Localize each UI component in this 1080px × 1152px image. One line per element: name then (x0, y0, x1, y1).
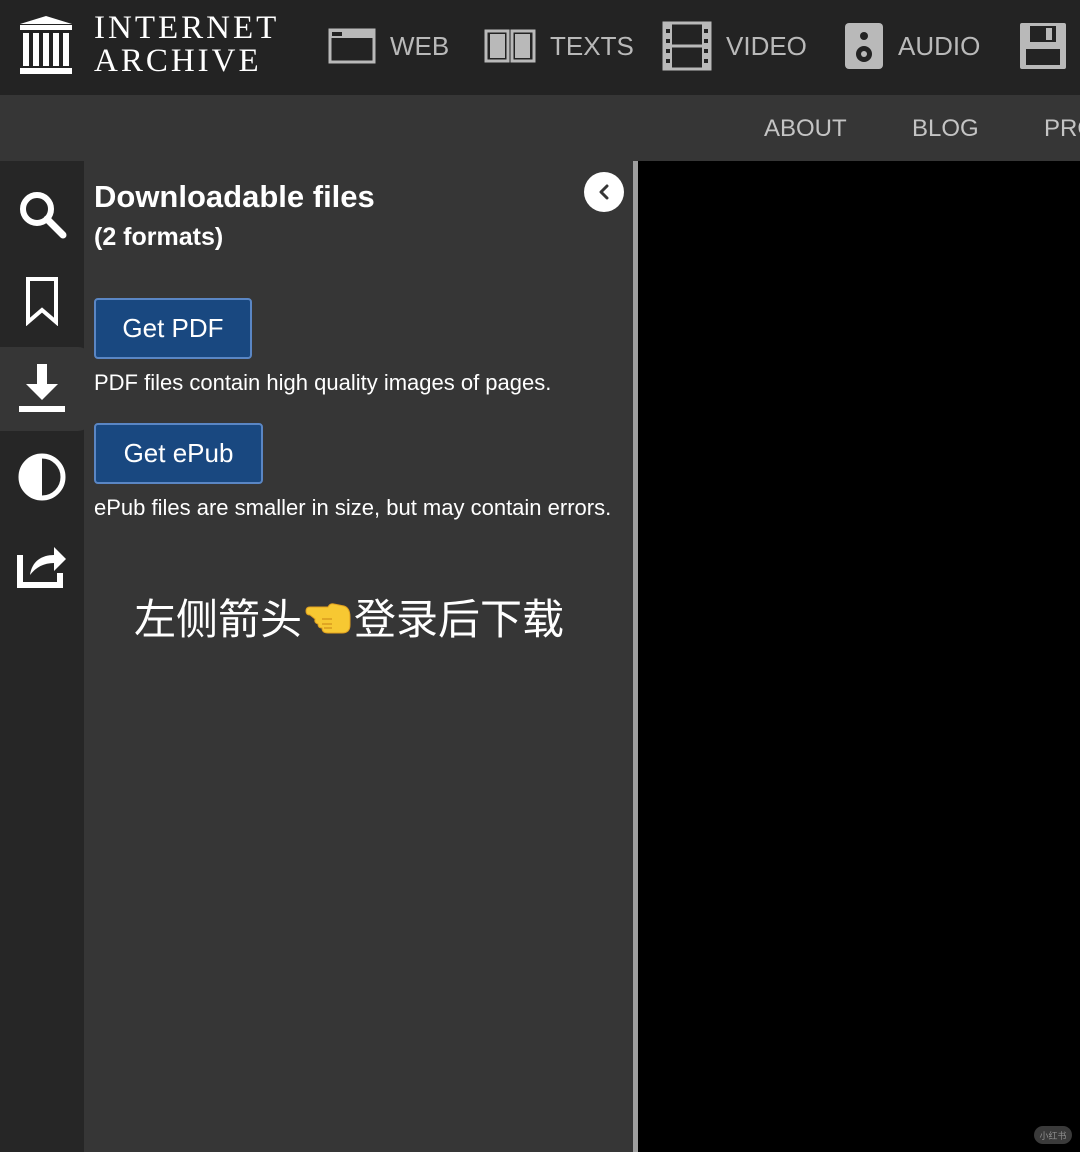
get-pdf-button[interactable]: Get PDF (94, 298, 252, 359)
rail-visual-adjustments-button[interactable] (14, 449, 70, 505)
search-icon (20, 192, 67, 239)
nav-link-blog[interactable]: BLOG (912, 115, 979, 143)
downloads-panel: Downloadable files (2 formats) Get PDF P… (84, 161, 634, 1152)
media-tab-label: AUDIO (898, 30, 981, 61)
media-tab-video[interactable]: VIDEO (662, 18, 807, 74)
caption-text-login-download: 登录后下载 (354, 595, 565, 644)
archive-building-icon (20, 16, 72, 74)
media-tab-label: WEB (390, 30, 450, 61)
media-tab-web[interactable]: WEB (328, 18, 449, 74)
rail-bookmarks-button[interactable] (14, 273, 70, 329)
rail-share-button[interactable] (14, 537, 70, 593)
rail-search-button[interactable] (14, 186, 70, 242)
media-tab-label: VIDEO (726, 30, 807, 61)
book-viewer-area[interactable] (638, 161, 1080, 1152)
collapse-panel-button[interactable] (584, 172, 624, 212)
panel-title: Downloadable files (94, 179, 375, 214)
web-window-icon (328, 28, 376, 64)
internet-archive-logo[interactable]: INTERNET ARCHIVE (18, 12, 279, 78)
rail-downloads-button[interactable] (14, 360, 70, 416)
download-icon (19, 364, 65, 412)
secondary-navigation: ABOUT BLOG PRO (0, 95, 1080, 161)
media-tab-software[interactable] (1018, 18, 1068, 74)
open-book-icon (484, 29, 536, 63)
nav-link-projects[interactable]: PRO (1044, 115, 1080, 143)
logo-line-2: ARCHIVE (94, 43, 262, 79)
nav-link-about[interactable]: ABOUT (764, 115, 847, 143)
media-tab-texts[interactable]: TEXTS (484, 18, 634, 74)
share-icon (17, 547, 66, 588)
caption-text-left-arrow: 左侧箭头 (134, 595, 303, 644)
watermark-badge: 小红书 (1034, 1126, 1072, 1144)
bookmark-icon (26, 277, 58, 326)
bookreader-side-rail (0, 161, 92, 1152)
annotation-caption: 左侧箭头 登录后下载 (134, 586, 564, 647)
logo-line-1: INTERNET (94, 10, 280, 46)
pdf-description: PDF files contain high quality images of… (94, 370, 552, 395)
media-tab-audio[interactable]: AUDIO (844, 18, 980, 74)
epub-description: ePub files are smaller in size, but may … (94, 495, 612, 520)
hand-pointing-left-icon (305, 602, 351, 633)
logo-wordmark: INTERNET ARCHIVE (94, 12, 279, 78)
get-epub-button[interactable]: Get ePub (94, 423, 263, 484)
contrast-icon (18, 453, 66, 501)
speaker-icon (845, 23, 883, 69)
film-strip-icon (662, 21, 712, 71)
floppy-disk-icon (1020, 23, 1066, 69)
media-tab-label: TEXTS (550, 30, 634, 61)
formats-count: (2 formats) (94, 223, 224, 251)
top-navigation-bar: INTERNET ARCHIVE WEB TEXTS VIDEO AUDIO (0, 0, 1080, 95)
chevron-left-icon (599, 184, 609, 200)
